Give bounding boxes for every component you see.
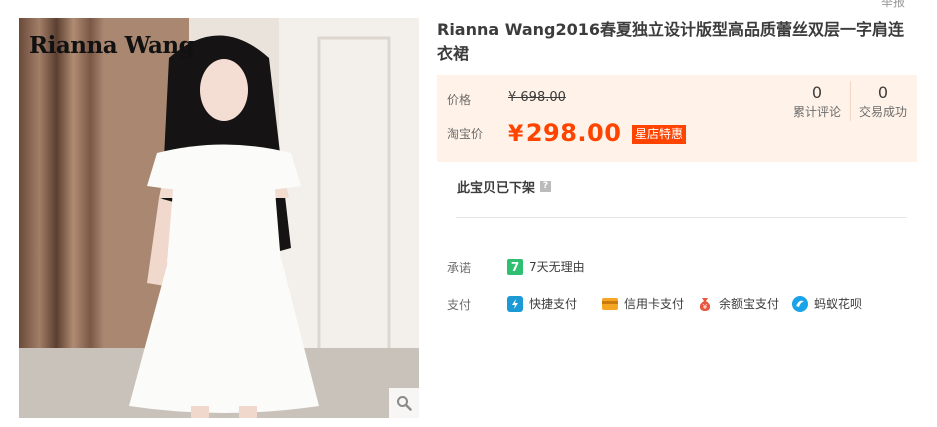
yuebao-icon: ¥ xyxy=(697,296,713,312)
sales-count-value: 0 xyxy=(877,83,889,102)
sales-count-stat[interactable]: 0 交易成功 xyxy=(855,83,911,120)
search-icon xyxy=(397,396,412,411)
pay-credit-card[interactable]: 信用卡支付 xyxy=(602,295,684,312)
report-link[interactable]: 举报 xyxy=(881,0,905,10)
pay-express[interactable]: 快捷支付 xyxy=(507,295,577,312)
pay-yuebao-label: 余额宝支付 xyxy=(719,297,780,311)
promise-label: 承诺 xyxy=(447,261,472,275)
promo-badge: 星店特惠 xyxy=(632,125,687,144)
stat-divider xyxy=(850,81,851,121)
promise-7day[interactable]: 7 7天无理由 xyxy=(507,258,585,275)
pay-yuebao[interactable]: ¥ 余额宝支付 xyxy=(697,295,779,312)
promo-price: ¥298.00 xyxy=(508,119,621,147)
pay-express-label: 快捷支付 xyxy=(529,297,578,311)
original-price: ¥ 698.00 xyxy=(508,90,566,105)
pay-huabei-label: 蚂蚁花呗 xyxy=(814,297,863,311)
pay-credit-card-label: 信用卡支付 xyxy=(624,297,685,311)
help-icon[interactable]: ? xyxy=(540,181,552,192)
price-panel: 价格 ¥ 698.00 淘宝价 ¥298.00 星店特惠 0 累计评论 0 交易… xyxy=(437,75,917,162)
credit-card-icon xyxy=(602,296,618,312)
delisted-notice: 此宝贝已下架 ? xyxy=(457,177,552,196)
price-label: 价格 xyxy=(447,93,472,107)
express-pay-icon xyxy=(507,295,523,312)
payment-label: 支付 xyxy=(447,298,472,312)
section-divider xyxy=(456,217,907,218)
promo-price-label: 淘宝价 xyxy=(447,127,484,141)
huabei-icon xyxy=(792,295,808,312)
sales-count-label: 交易成功 xyxy=(858,105,907,119)
currency-symbol: ¥ xyxy=(508,122,524,147)
delisted-text: 此宝贝已下架 xyxy=(457,181,536,196)
product-image[interactable]: Rianna Wang xyxy=(19,18,419,418)
zoom-button[interactable] xyxy=(389,388,419,418)
review-count-label: 累计评论 xyxy=(792,105,841,119)
review-count-stat[interactable]: 0 累计评论 xyxy=(789,83,845,120)
svg-text:¥: ¥ xyxy=(703,303,708,311)
review-count-value: 0 xyxy=(811,83,823,102)
product-title: Rianna Wang2016春夏独立设计版型高品质蕾丝双层一字肩连衣裙 xyxy=(437,20,905,63)
promo-price-value: 298.00 xyxy=(525,119,622,147)
seven-day-return-icon: 7 xyxy=(507,258,523,275)
pay-huabei[interactable]: 蚂蚁花呗 xyxy=(792,295,862,312)
brand-logo: Rianna Wang xyxy=(29,32,195,59)
product-photo xyxy=(19,18,419,418)
promise-text: 7天无理由 xyxy=(529,260,585,274)
